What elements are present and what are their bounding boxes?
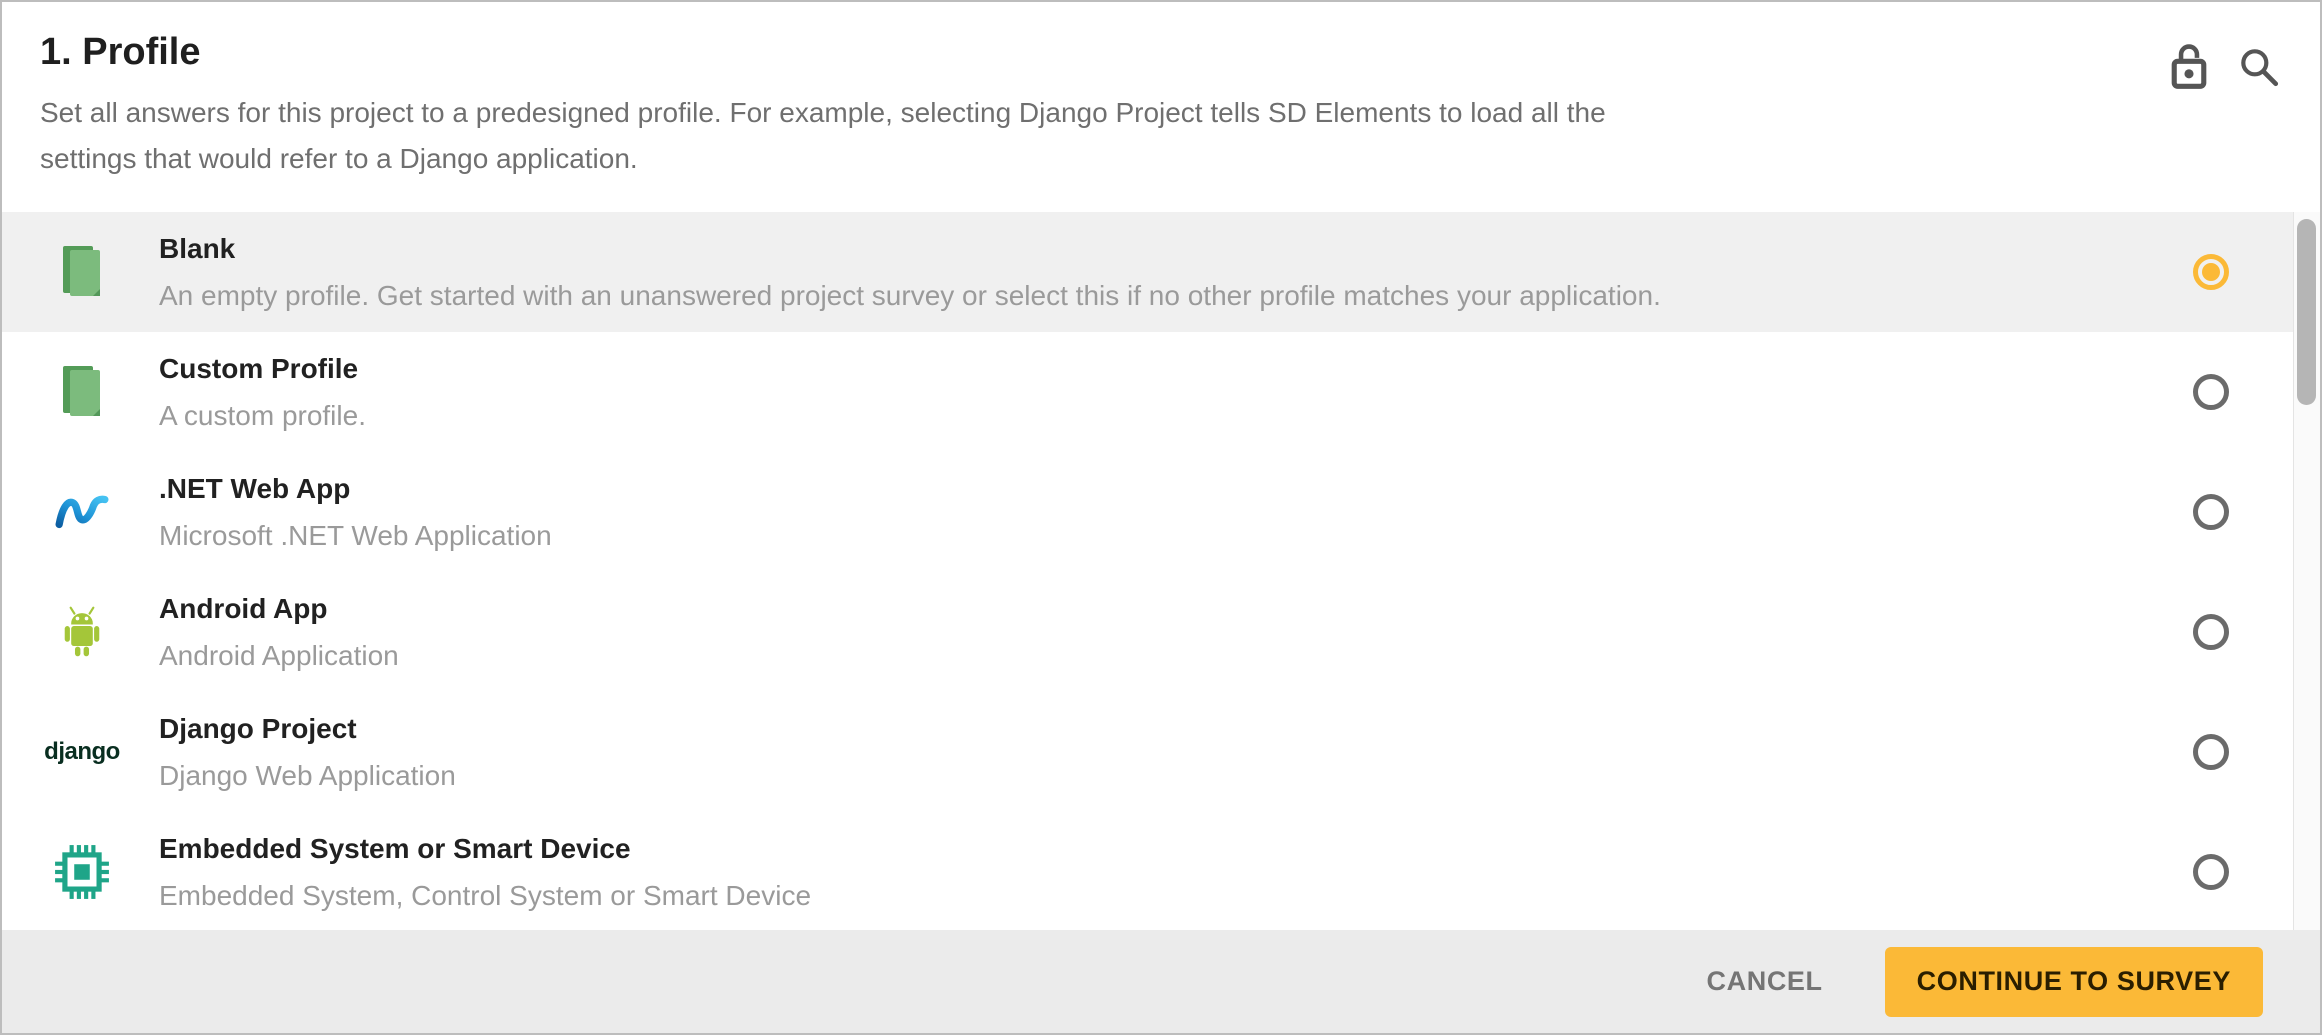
profile-name: Django Project [159, 712, 456, 746]
profile-description: An empty profile. Get started with an un… [159, 279, 1661, 313]
cancel-button[interactable]: CANCEL [1691, 956, 1839, 1007]
profile-list: Blank An empty profile. Get started with… [2, 212, 2293, 934]
django-logo-icon: django [44, 738, 120, 766]
profile-name: Android App [159, 592, 399, 626]
scrollbar-thumb[interactable] [2297, 219, 2316, 405]
profile-book-icon [63, 246, 101, 298]
dotnet-logo-icon [55, 493, 109, 531]
footer: CANCEL CONTINUE TO SURVEY [2, 930, 2320, 1033]
profile-radio[interactable] [2193, 734, 2229, 770]
profile-name: Custom Profile [159, 352, 366, 386]
profile-description: Android Application [159, 639, 399, 673]
profile-name: .NET Web App [159, 472, 552, 506]
step-description: Set all answers for this project to a pr… [40, 90, 1640, 182]
profile-row-android-app[interactable]: Android App Android Application [2, 572, 2293, 692]
profile-name: Embedded System or Smart Device [159, 832, 811, 866]
header-actions [2164, 42, 2284, 92]
profile-radio[interactable] [2193, 494, 2229, 530]
profile-row-net-web-app[interactable]: .NET Web App Microsoft .NET Web Applicat… [2, 452, 2293, 572]
profile-radio[interactable] [2193, 614, 2229, 650]
profile-description: Django Web Application [159, 759, 456, 793]
profile-book-icon [63, 366, 101, 418]
profile-row-django-project[interactable]: django Django Project Django Web Applica… [2, 692, 2293, 812]
profile-radio[interactable] [2193, 854, 2229, 890]
profile-radio[interactable] [2193, 254, 2229, 290]
chip-icon [53, 843, 111, 901]
continue-to-survey-button[interactable]: CONTINUE TO SURVEY [1885, 947, 2263, 1017]
profile-radio[interactable] [2193, 374, 2229, 410]
profile-row-embedded-system-or-smart-device[interactable]: Embedded System or Smart Device Embedded… [2, 812, 2293, 932]
profile-row-custom-profile[interactable]: Custom Profile A custom profile. [2, 332, 2293, 452]
profile-description: Microsoft .NET Web Application [159, 519, 552, 553]
header: 1. Profile Set all answers for this proj… [2, 2, 2320, 182]
search-icon [2236, 44, 2282, 90]
profile-step-dialog: 1. Profile Set all answers for this proj… [0, 0, 2322, 1035]
profile-description: Embedded System, Control System or Smart… [159, 879, 811, 913]
search-button[interactable] [2234, 42, 2284, 92]
profile-name: Blank [159, 232, 1661, 266]
android-logo-icon [56, 605, 108, 659]
unlock-button[interactable] [2164, 42, 2214, 92]
profile-description: A custom profile. [159, 399, 366, 433]
unlock-icon [2168, 42, 2210, 92]
page-title: 1. Profile [40, 30, 2280, 76]
profile-row-blank[interactable]: Blank An empty profile. Get started with… [2, 212, 2293, 332]
scrollbar-track[interactable] [2293, 212, 2320, 934]
